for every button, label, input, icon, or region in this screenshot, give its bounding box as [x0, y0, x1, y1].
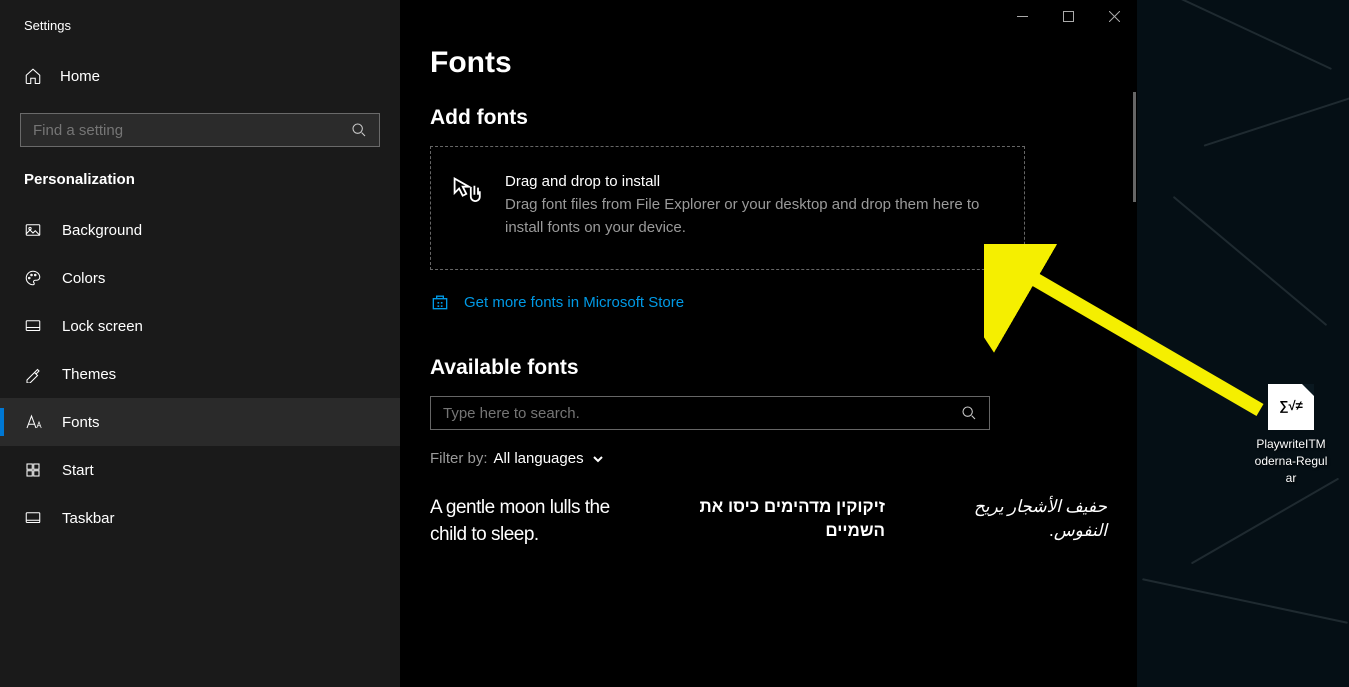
desktop-font-file[interactable]: ∑√≠ PlaywriteITModerna-Regular	[1254, 384, 1328, 486]
search-icon	[351, 122, 367, 138]
start-icon	[24, 461, 42, 479]
sidebar-section-header: Personalization	[0, 171, 400, 206]
nav-label: Background	[62, 222, 142, 239]
app-title: Settings	[0, 18, 400, 53]
nav-label: Taskbar	[62, 510, 115, 527]
filter-label: Filter by:	[430, 450, 488, 467]
nav-item-fonts[interactable]: Fonts	[0, 398, 400, 446]
nav-label: Fonts	[62, 414, 100, 431]
maximize-button[interactable]	[1045, 0, 1091, 32]
taskbar-icon	[24, 509, 42, 527]
font-preview-1[interactable]: A gentle moon lulls the child to sleep.	[430, 495, 613, 548]
main-panel: Fonts Add fonts Drag and drop to install…	[400, 0, 1137, 687]
nav-item-lockscreen[interactable]: Lock screen	[0, 302, 400, 350]
filter-row: Filter by: All languages	[430, 450, 1107, 467]
dropzone-title: Drag and drop to install	[505, 173, 1004, 190]
settings-window: Settings Home Personalization Background…	[0, 0, 1137, 687]
chevron-down-icon	[592, 453, 604, 465]
nav-item-start[interactable]: Start	[0, 446, 400, 494]
drag-cursor-icon	[451, 175, 487, 211]
titlebar	[400, 0, 1137, 32]
fonts-icon	[24, 413, 42, 431]
nav-item-background[interactable]: Background	[0, 206, 400, 254]
nav-item-colors[interactable]: Colors	[0, 254, 400, 302]
home-icon	[24, 67, 42, 85]
lockscreen-icon	[24, 317, 42, 335]
font-previews: A gentle moon lulls the child to sleep. …	[430, 495, 1107, 548]
font-search-box[interactable]	[430, 396, 990, 430]
dropzone-description: Drag font files from File Explorer or yo…	[505, 194, 1004, 239]
nav-item-taskbar[interactable]: Taskbar	[0, 494, 400, 542]
palette-icon	[24, 269, 42, 287]
font-search-input[interactable]	[443, 405, 961, 422]
sidebar-search[interactable]	[20, 113, 380, 147]
filter-value-text: All languages	[494, 450, 584, 467]
home-label: Home	[60, 68, 100, 85]
sidebar-search-input[interactable]	[33, 122, 351, 139]
scrollbar-thumb[interactable]	[1133, 92, 1136, 202]
page-title: Fonts	[430, 46, 1107, 80]
search-icon	[961, 405, 977, 421]
store-link-row[interactable]: Get more fonts in Microsoft Store	[430, 292, 1107, 312]
close-button[interactable]	[1091, 0, 1137, 32]
store-icon	[430, 292, 450, 312]
nav-label: Start	[62, 462, 94, 479]
nav-list: Background Colors Lock screen Themes Fon…	[0, 206, 400, 542]
home-nav[interactable]: Home	[0, 53, 400, 99]
nav-label: Colors	[62, 270, 105, 287]
font-file-name: PlaywriteITModerna-Regular	[1254, 436, 1328, 486]
drag-drop-zone[interactable]: Drag and drop to install Drag font files…	[430, 146, 1025, 270]
picture-icon	[24, 221, 42, 239]
nav-label: Lock screen	[62, 318, 143, 335]
nav-item-themes[interactable]: Themes	[0, 350, 400, 398]
font-preview-3[interactable]: حفيف الأشجار يريح النفوس.	[929, 495, 1107, 548]
store-link-text: Get more fonts in Microsoft Store	[464, 294, 684, 311]
themes-icon	[24, 365, 42, 383]
available-fonts-heading: Available fonts	[430, 356, 1107, 380]
filter-dropdown[interactable]: All languages	[494, 450, 604, 467]
minimize-button[interactable]	[999, 0, 1045, 32]
font-file-glyph: ∑√≠	[1268, 398, 1314, 413]
sidebar: Settings Home Personalization Background…	[0, 0, 400, 687]
font-preview-2[interactable]: זיקוקין מדהימים כיסו את השמיים	[657, 495, 885, 548]
font-file-thumb: ∑√≠	[1268, 384, 1314, 430]
content-area: Fonts Add fonts Drag and drop to install…	[400, 32, 1137, 687]
nav-label: Themes	[62, 366, 116, 383]
add-fonts-heading: Add fonts	[430, 106, 1107, 130]
